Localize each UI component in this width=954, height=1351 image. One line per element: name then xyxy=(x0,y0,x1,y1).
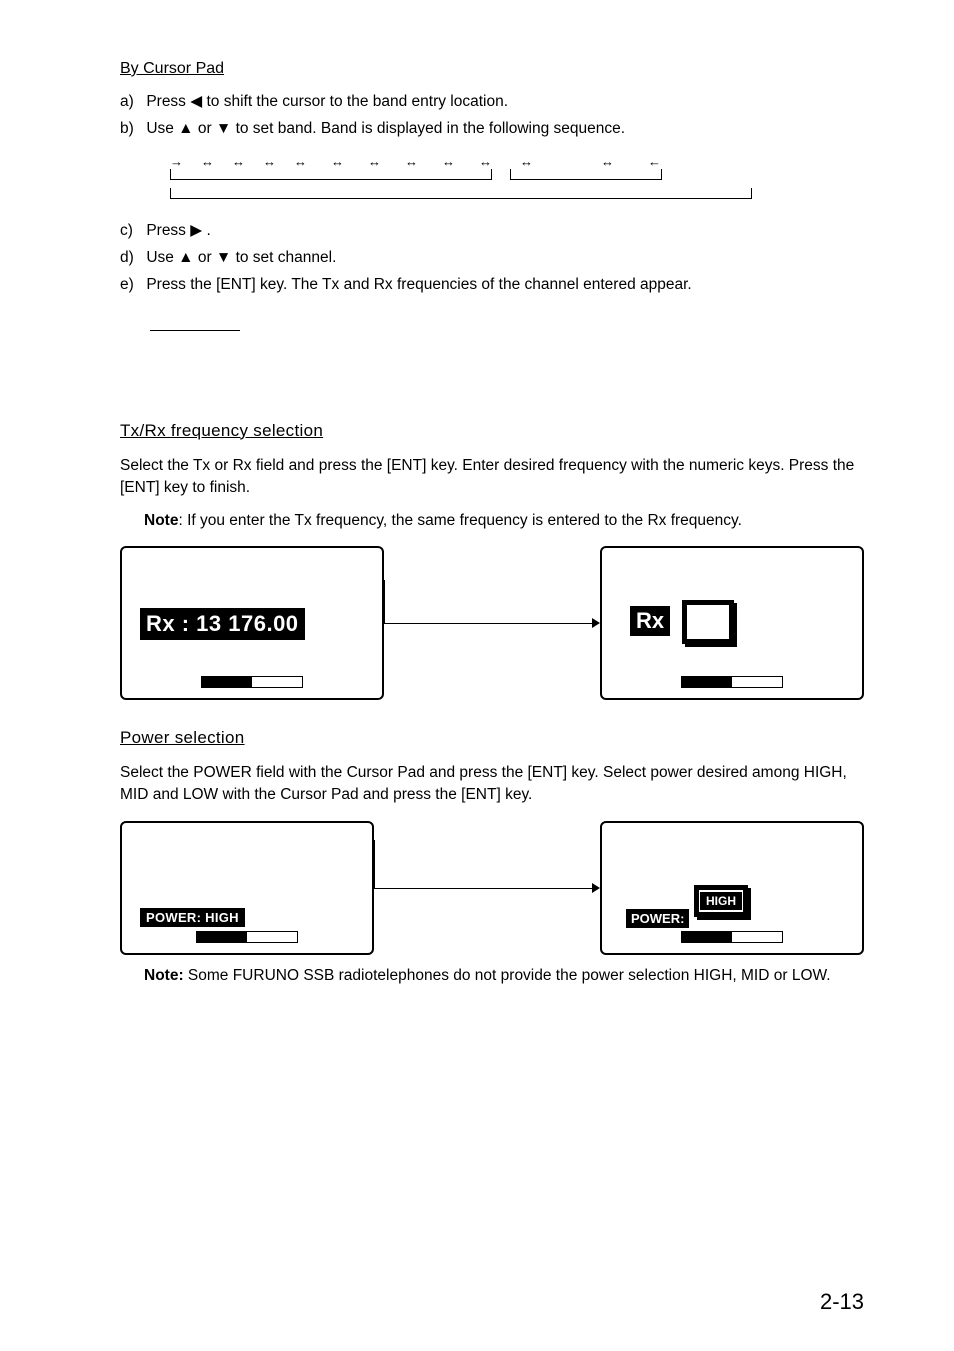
status-bar-icon xyxy=(681,931,783,943)
power-note: Note: Some FURUNO SSB radiotelephones do… xyxy=(144,965,864,987)
label-b: b) xyxy=(120,119,142,140)
step-c: c) Press ▶ . xyxy=(120,221,864,242)
arrow-right-icon xyxy=(374,878,600,898)
heading-txrx: Tx/Rx frequency selection xyxy=(120,421,864,441)
page-number: 2-13 xyxy=(820,1289,864,1315)
power-selected-field: POWER: HIGH xyxy=(140,908,245,927)
rx-label: Rx xyxy=(630,606,670,636)
step-d: d) Use ▲ or ▼ to set channel. xyxy=(120,248,864,269)
arrow-right-icon xyxy=(384,608,600,638)
lcd-right-rx: Rx xyxy=(600,546,864,700)
txrx-note-text: : If you enter the Tx frequency, the sam… xyxy=(178,512,741,529)
band-sequence-diagram: →↔↔↔↔ ↔↔↔↔ ↔↔ ↔← xyxy=(170,154,864,199)
rx-input-box xyxy=(682,600,734,644)
heading-power: Power selection xyxy=(120,728,864,748)
label-e: e) xyxy=(120,275,142,296)
status-bar-icon xyxy=(681,676,783,688)
step-e-text: Press the [ENT] key. The Tx and Rx frequ… xyxy=(146,276,691,293)
step-b: b) Use ▲ or ▼ to set band. Band is displ… xyxy=(120,119,864,140)
high-label: HIGH xyxy=(700,892,742,910)
lcd-left-rx: Rx : 13 176.00 xyxy=(120,546,384,700)
step-a-text: Press ◀ to shift the cursor to the band … xyxy=(146,93,508,110)
lcd-right-power: HIGH POWER: xyxy=(600,821,864,955)
step-b-text: Use ▲ or ▼ to set band. Band is displaye… xyxy=(146,120,625,137)
lcd-left-power: POWER: HIGH xyxy=(120,821,374,955)
step-a: a) Press ◀ to shift the cursor to the ba… xyxy=(120,92,864,113)
power-label: POWER: xyxy=(626,909,689,928)
txrx-diagram: Rx : 13 176.00 Rx xyxy=(120,546,864,700)
label-c: c) xyxy=(120,221,142,242)
step-e: e) Press the [ENT] key. The Tx and Rx fr… xyxy=(120,275,864,296)
power-diagram: POWER: HIGH HIGH POWER: xyxy=(120,821,864,955)
power-input-box: HIGH xyxy=(694,885,748,917)
heading-by-cursor-pad: By Cursor Pad xyxy=(120,60,864,78)
label-d: d) xyxy=(120,248,142,269)
note-label: Note: xyxy=(144,967,184,984)
rx-selected-field: Rx : 13 176.00 xyxy=(140,608,305,640)
status-bar-icon xyxy=(201,676,303,688)
txrx-body: Select the Tx or Rx field and press the … xyxy=(120,455,864,500)
label-a: a) xyxy=(120,92,142,113)
power-body: Select the POWER field with the Cursor P… xyxy=(120,762,864,807)
divider xyxy=(150,330,240,331)
power-note-text: Some FURUNO SSB radiotelephones do not p… xyxy=(184,967,831,984)
step-c-text: Press ▶ . xyxy=(146,222,210,239)
txrx-note: Note: If you enter the Tx frequency, the… xyxy=(144,510,864,532)
note-label: Note xyxy=(144,512,178,529)
step-d-text: Use ▲ or ▼ to set channel. xyxy=(146,249,336,266)
status-bar-icon xyxy=(196,931,298,943)
